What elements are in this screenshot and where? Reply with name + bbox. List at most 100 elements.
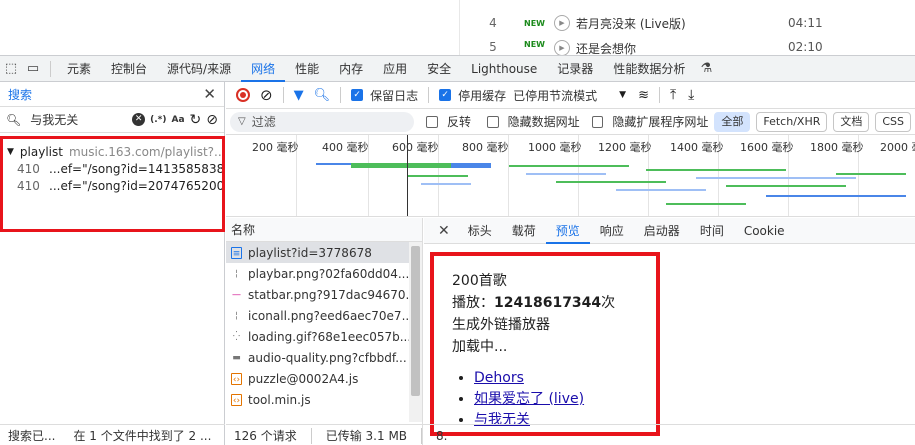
device-toggle-icon[interactable]: ▭ xyxy=(22,56,44,82)
type-filter-fetch-xhr[interactable]: Fetch/XHR xyxy=(756,111,828,132)
match-case-toggle[interactable]: Aa xyxy=(171,115,184,125)
preserve-log-checkbox[interactable]: ✓ xyxy=(351,89,364,101)
request-row[interactable]: ⁛ loading.gif?68e1eec057b... xyxy=(226,326,422,347)
request-name: tool.min.js xyxy=(248,392,311,407)
upload-icon[interactable]: ⤒ xyxy=(670,87,676,103)
tab-lighthouse[interactable]: Lighthouse xyxy=(461,56,547,82)
result-file[interactable]: ▼ playlist music.163.com/playlist?... xyxy=(7,143,222,160)
divider xyxy=(421,427,423,444)
tab-memory[interactable]: 内存 xyxy=(329,56,373,82)
network-conditions-icon[interactable]: ≋ xyxy=(638,88,649,103)
request-row[interactable]: — statbar.png?917dac94670... xyxy=(226,284,422,305)
clear-icon[interactable]: ⊘ xyxy=(260,86,273,104)
play-icon[interactable]: ▶ xyxy=(554,40,570,55)
song-row[interactable]: 4 NEW ▶ 若月亮没来 (Live版) 04:11 xyxy=(462,9,915,37)
waterfall-bar xyxy=(726,185,846,187)
chevron-down-icon[interactable]: ▼ xyxy=(619,90,626,100)
network-overview-timeline[interactable]: 200 毫秒 400 毫秒 600 毫秒 800 毫秒 1000 毫秒 1200… xyxy=(226,135,915,217)
request-row[interactable]: ‹› tool.min.js xyxy=(226,389,422,410)
tab-preview[interactable]: 预览 xyxy=(545,218,590,244)
search-icon[interactable]: 🔍︎ xyxy=(314,88,331,103)
script-file-icon: ‹› xyxy=(231,393,242,406)
throttle-select[interactable]: 已停用节流模式 xyxy=(513,87,597,104)
filter-input[interactable]: ▽ 过滤 xyxy=(230,111,415,132)
resource-size: 8. xyxy=(436,428,448,443)
request-row[interactable]: ‹› puzzle@0002A4.js xyxy=(226,368,422,389)
song-title[interactable]: 还是会想你 xyxy=(576,40,788,55)
tab-response[interactable]: 响应 xyxy=(590,218,634,244)
result-line[interactable]: 410 ...ef="/song?id=2074765200... xyxy=(7,177,222,194)
close-icon[interactable]: ✕ xyxy=(424,223,458,239)
request-row[interactable]: ▬ audio-quality.png?cfbbdf... xyxy=(226,347,422,368)
close-icon[interactable]: ✕ xyxy=(203,85,216,103)
divider xyxy=(50,60,51,77)
song-row[interactable]: 5 NEW ▶ 还是会想你 02:10 xyxy=(462,40,915,55)
filter-placeholder: 过滤 xyxy=(251,115,276,129)
regex-toggle[interactable]: (.*) xyxy=(150,115,166,125)
filter-icon[interactable]: ▼ xyxy=(294,88,304,103)
record-icon[interactable] xyxy=(236,88,250,102)
play-count-prefix: 播放： xyxy=(452,295,494,311)
song-title[interactable]: 若月亮没来 (Live版) xyxy=(576,15,788,32)
tab-security[interactable]: 安全 xyxy=(417,56,461,82)
tab-timing[interactable]: 时间 xyxy=(690,218,734,244)
transferred-size: 已传输 3.1 MB xyxy=(325,429,408,443)
waterfall-bar xyxy=(556,181,666,183)
request-row[interactable]: ¦ playbar.png?02fa60dd04... xyxy=(226,263,422,284)
disable-cache-checkbox[interactable]: ✓ xyxy=(439,89,452,101)
tab-network[interactable]: 网络 xyxy=(241,56,286,82)
request-name: iconall.png?eed6aec70e7... xyxy=(248,308,414,323)
hide-data-urls-checkbox[interactable] xyxy=(486,115,499,128)
tab-application[interactable]: 应用 xyxy=(373,56,417,82)
request-row[interactable]: ¦ iconall.png?eed6aec70e7... xyxy=(226,305,422,326)
tab-sources[interactable]: 源代码/来源 xyxy=(157,56,241,82)
search-panel-label[interactable]: 搜索 xyxy=(8,86,32,103)
divider xyxy=(282,87,284,103)
column-header-name[interactable]: 名称 xyxy=(226,218,422,242)
result-line[interactable]: 410 ...ef="/song?id=1413585838... xyxy=(7,160,222,177)
clear-results-icon[interactable]: ⊘ xyxy=(206,112,218,128)
flask-icon: ⚗ xyxy=(700,61,713,76)
tab-console[interactable]: 控制台 xyxy=(101,56,157,82)
divider xyxy=(340,87,342,103)
preview-content: 200首歌 播放：12418617344次 生成外链播放器 加载中... Deh… xyxy=(430,252,660,436)
play-icon[interactable]: ▶ xyxy=(554,15,570,31)
clear-icon[interactable]: ✕ xyxy=(132,113,146,126)
request-list-scrollbar[interactable] xyxy=(409,242,422,422)
hide-extension-urls-checkbox[interactable] xyxy=(591,115,604,128)
type-filter-css[interactable]: CSS xyxy=(875,111,912,132)
type-filter-doc[interactable]: 文档 xyxy=(833,111,870,132)
type-filter-all[interactable]: 全部 xyxy=(714,111,751,132)
tab-elements[interactable]: 元素 xyxy=(57,56,101,82)
divider xyxy=(310,427,312,444)
waterfall-bar xyxy=(696,177,856,179)
waterfall-bar xyxy=(646,169,786,171)
invert-checkbox[interactable] xyxy=(426,115,438,128)
line-text: ...ef="/song?id=2074765200... xyxy=(49,178,222,193)
image-file-icon: ¦ xyxy=(234,310,239,321)
play-count-suffix: 次 xyxy=(601,295,616,311)
devtools-main-tabs: ⬚ ▭ 元素 控制台 源代码/来源 网络 性能 内存 应用 安全 Lightho… xyxy=(0,56,915,82)
song-link[interactable]: 如果爱忘了 (live) xyxy=(474,391,584,407)
search-status-left: 搜索已... xyxy=(8,429,56,443)
tab-initiator[interactable]: 启动器 xyxy=(634,218,690,244)
search-input[interactable]: 与我无关 xyxy=(26,111,127,128)
scrollbar-thumb[interactable] xyxy=(411,246,420,396)
search-status: 搜索已... 在 1 个文件中找到了 2 ... xyxy=(0,424,225,445)
tab-performance-insights[interactable]: 性能数据分析 xyxy=(603,56,695,82)
refresh-icon[interactable]: ↻ xyxy=(190,112,202,128)
tab-payload[interactable]: 载荷 xyxy=(502,218,546,244)
tab-performance[interactable]: 性能 xyxy=(285,56,329,82)
song-count: 200首歌 xyxy=(452,273,507,289)
search-panel: 搜索 ✕ 🔍︎ 与我无关 ✕ (.*) Aa ↻ ⊘ ▼ playlist mu… xyxy=(0,82,225,445)
download-icon[interactable]: ⤓ xyxy=(688,87,694,103)
loading-text: 加载中... xyxy=(452,339,508,355)
document-icon: ≡ xyxy=(231,246,242,259)
song-link[interactable]: Dehors xyxy=(474,370,524,386)
tab-cookies[interactable]: Cookie xyxy=(734,218,795,244)
request-row[interactable]: ≡ playlist?id=3778678 xyxy=(226,242,422,263)
tab-recorder[interactable]: 记录器 xyxy=(547,56,603,82)
tab-headers[interactable]: 标头 xyxy=(458,218,502,244)
expand-arrow-icon[interactable]: ▼ xyxy=(7,147,14,157)
inspect-icon[interactable]: ⬚ xyxy=(0,56,22,82)
